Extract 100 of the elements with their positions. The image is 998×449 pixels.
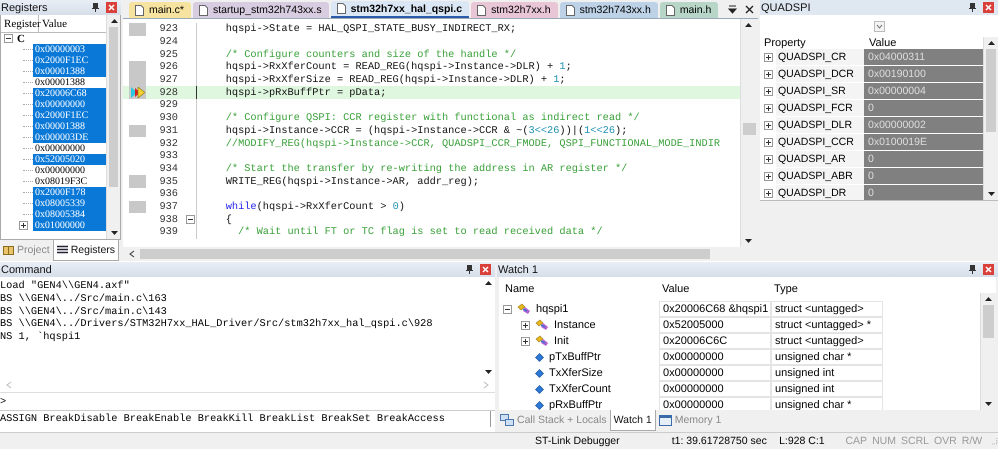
register-value[interactable]: 0x2000F178 <box>33 187 106 198</box>
code-line: /* Configure counters and size of the handle */ <box>224 48 516 61</box>
variable-name[interactable]: pTxBuffPtr <box>546 351 601 364</box>
expand-icon[interactable] <box>764 120 772 130</box>
line-number: 936 <box>158 188 178 200</box>
elapsed-time: t1: 39.61728750 sec <box>672 435 768 448</box>
property-name[interactable]: QUADSPI_AR <box>776 151 864 167</box>
scrollbar[interactable] <box>740 19 758 248</box>
variable-value[interactable]: 0x52005000 <box>659 317 771 334</box>
expand-icon[interactable] <box>764 188 772 198</box>
file-tab[interactable]: main.h <box>660 2 718 18</box>
column-header[interactable]: Register <box>1 15 39 32</box>
status-indicator: OVR <box>934 435 957 448</box>
property-name[interactable]: QUADSPI_ABR <box>776 168 864 184</box>
document-icon <box>566 4 575 16</box>
collapse-icon[interactable] <box>4 34 13 43</box>
line-number: 935 <box>158 176 178 188</box>
output-line: Load "GEN4\\GEN4.axf" <box>0 280 131 294</box>
property-name[interactable]: QUADSPI_DR <box>776 185 864 200</box>
scroll-thumb[interactable] <box>986 49 996 132</box>
property-name[interactable]: QUADSPI_CR <box>776 49 864 65</box>
variable-name[interactable]: TxXferSize <box>546 367 603 380</box>
column-header[interactable]: Value <box>659 283 771 296</box>
panel-tab[interactable]: Watch 1 <box>610 410 656 432</box>
collapse-icon[interactable] <box>503 304 512 314</box>
register-value[interactable]: 0x000003DE <box>33 132 106 143</box>
line-number: 938 <box>158 214 178 226</box>
scroll-thumb[interactable] <box>109 27 118 188</box>
code-line: hqspi->State = HAL_QSPI_STATE_BUSY_INDIRECT_RX; <box>224 23 516 36</box>
register-value[interactable]: 0x2000F1EC <box>33 110 106 121</box>
column-header[interactable]: Value <box>864 37 896 49</box>
close-icon[interactable] <box>745 4 754 14</box>
property-name[interactable]: QUADSPI_DLR <box>776 117 864 133</box>
register-value[interactable]: 0x00000000 <box>33 165 106 176</box>
register-value[interactable]: 0x00001388 <box>33 121 106 132</box>
variable-name[interactable]: Init <box>551 335 569 348</box>
register-value[interactable]: 0x00000000 <box>33 99 106 110</box>
variable-value[interactable]: 0x00000000 <box>659 349 771 366</box>
register-value[interactable]: 0x2000F1EC <box>33 55 106 66</box>
expand-icon[interactable] <box>521 320 530 330</box>
variable-name[interactable]: pRxBuffPtr <box>546 399 602 410</box>
register-value[interactable]: 0x00000000 <box>33 143 106 154</box>
register-value[interactable]: 0x08019F3C <box>33 176 106 187</box>
file-tab[interactable]: startup_stm32h743xx.s <box>193 2 329 18</box>
line-number: 939 <box>158 226 178 238</box>
scroll-thumb[interactable] <box>140 249 710 260</box>
pin-icon[interactable] <box>969 265 976 274</box>
column-header[interactable]: Value <box>39 15 68 32</box>
column-header[interactable]: Type <box>771 283 883 296</box>
variable-value[interactable]: 0x00000000 <box>659 381 771 398</box>
dropdown-icon[interactable] <box>728 4 738 14</box>
register-value[interactable]: 0x52005020 <box>33 154 106 165</box>
pin-icon[interactable] <box>466 265 473 274</box>
scrollbar[interactable] <box>983 37 998 200</box>
expand-icon[interactable] <box>764 104 772 112</box>
expand-icon[interactable] <box>764 172 772 180</box>
expand-icon[interactable] <box>521 336 530 346</box>
scroll-thumb[interactable] <box>983 305 994 338</box>
expand-icon[interactable] <box>764 154 772 164</box>
document-icon <box>199 4 208 16</box>
property-name[interactable]: QUADSPI_DCR <box>776 66 864 82</box>
variable-value[interactable]: 0x20006C68 &hqspi1 <box>659 301 771 318</box>
pin-icon[interactable] <box>969 3 976 12</box>
expand-icon[interactable] <box>764 70 772 78</box>
file-tab[interactable]: stm32h743xx.h <box>560 2 658 18</box>
variable-value[interactable]: 0x00000000 <box>659 365 771 382</box>
pin-icon[interactable] <box>92 3 99 12</box>
book-icon <box>3 245 14 256</box>
expand-icon[interactable] <box>764 86 772 96</box>
column-header[interactable]: Property <box>760 37 864 49</box>
variable-name[interactable]: hqspi1 <box>533 303 568 316</box>
register-value[interactable]: 0x01000000 <box>32 220 106 231</box>
file-tab[interactable]: stm32h7xx_hal_qspi.c <box>330 1 470 18</box>
expand-icon[interactable] <box>764 52 772 62</box>
variable-name[interactable]: TxXferCount <box>546 383 611 396</box>
property-name[interactable]: QUADSPI_SR <box>776 83 864 99</box>
dropdown-button[interactable] <box>874 20 884 32</box>
property-name[interactable]: QUADSPI_FCR <box>776 100 864 116</box>
scrollbar[interactable] <box>106 15 120 240</box>
scroll-thumb[interactable] <box>743 122 756 136</box>
expand-icon[interactable] <box>764 138 772 146</box>
register-value[interactable]: 0x08005339 <box>33 198 106 209</box>
column-header[interactable]: Name <box>499 283 659 296</box>
panel-tab[interactable]: Registers <box>52 240 120 262</box>
expand-icon[interactable] <box>19 221 28 230</box>
file-tab[interactable]: main.c* <box>129 2 192 18</box>
variable-value[interactable]: 0x20006C6C <box>659 333 771 350</box>
line-number: 933 <box>158 150 178 162</box>
variable-name[interactable]: Instance <box>551 319 596 332</box>
register-value[interactable]: 0x00001388 <box>33 77 106 88</box>
register-value[interactable]: 0x20006C68 <box>33 88 106 99</box>
tree-node-label[interactable]: C <box>17 32 25 44</box>
register-value[interactable]: 0x00000003 <box>33 44 106 55</box>
command-input[interactable]: > <box>0 392 495 412</box>
register-value[interactable]: 0x08005384 <box>33 209 106 220</box>
file-tab[interactable]: stm32h7xx.h <box>471 2 558 18</box>
property-name[interactable]: QUADSPI_CCR <box>776 134 864 150</box>
collapse-icon[interactable] <box>186 215 194 224</box>
register-value[interactable]: 0x00001388 <box>33 66 106 77</box>
line-number: 929 <box>158 99 178 112</box>
